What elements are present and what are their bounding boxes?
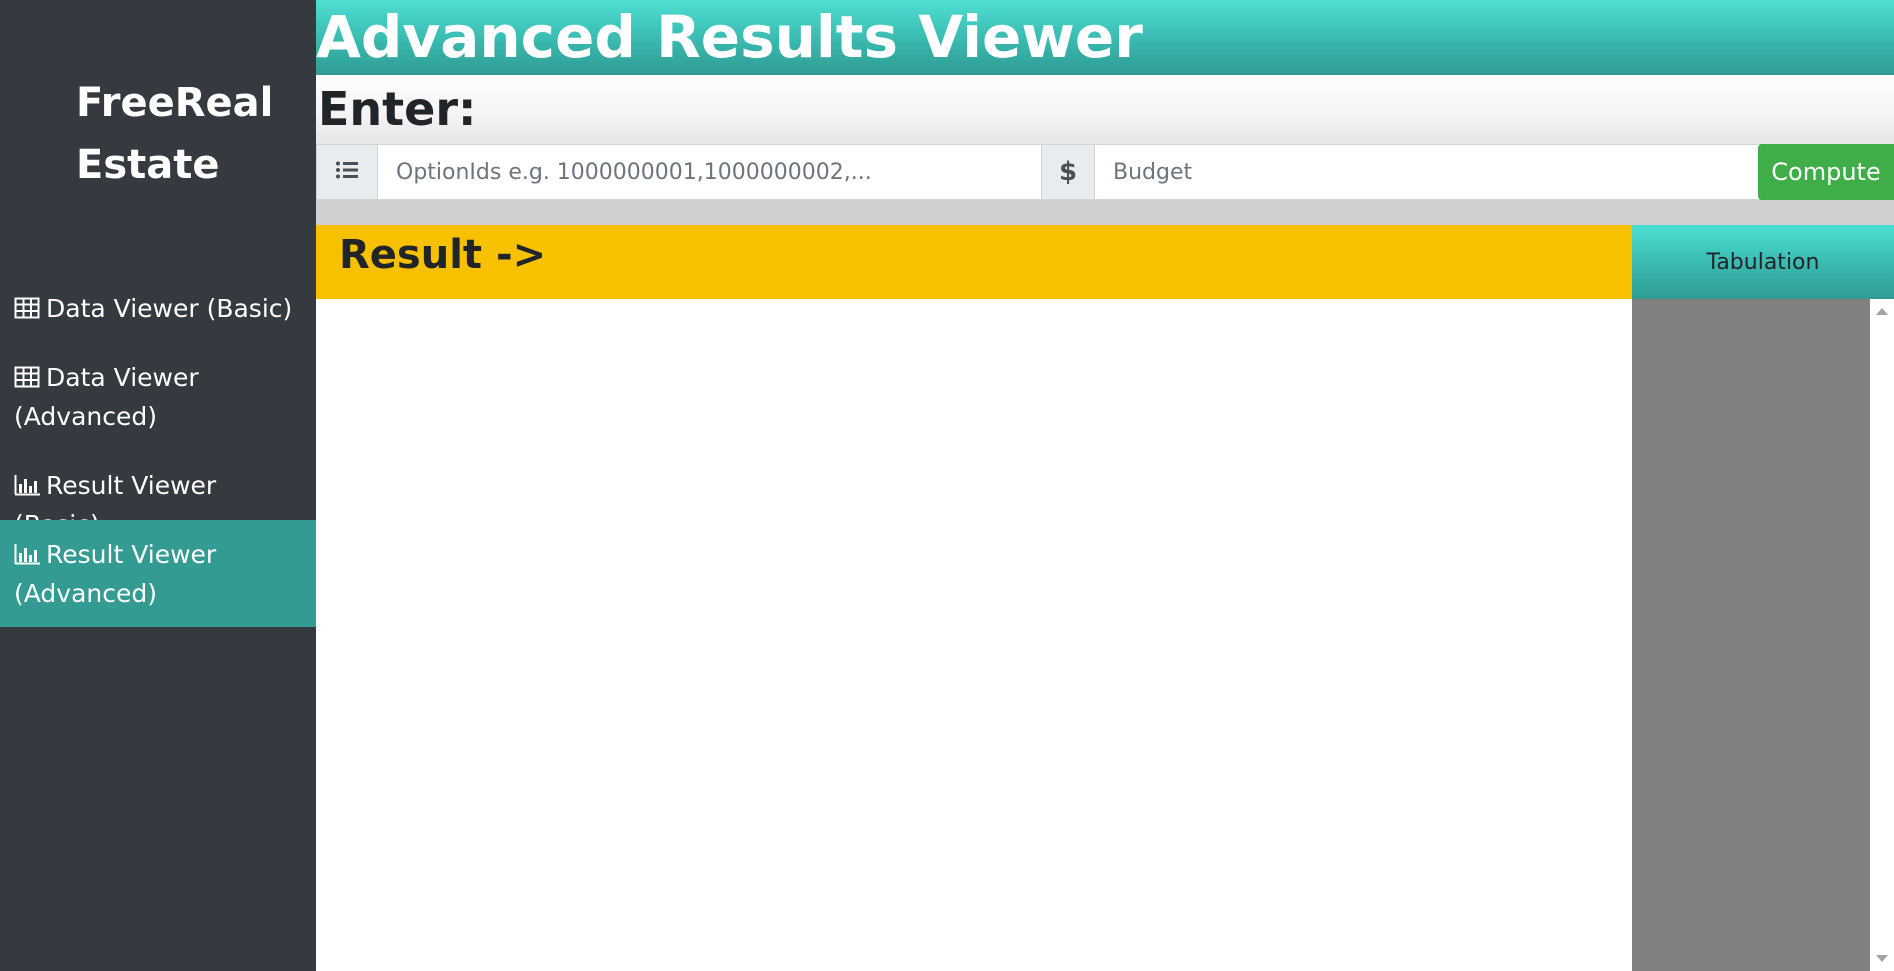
brand-line-1: FreeReal: [76, 80, 274, 126]
app-root: FreeReal Estate Data Viewer (Basic) Data…: [0, 0, 1894, 971]
bar-chart-icon: [14, 543, 40, 565]
brand-logo[interactable]: FreeReal Estate: [76, 72, 296, 196]
option-ids-input[interactable]: [377, 144, 1042, 200]
sidebar-item-label: Result Viewer (Advanced): [14, 540, 217, 608]
sidebar-item-label: Data Viewer (Basic): [46, 294, 293, 323]
table-icon: [14, 297, 40, 319]
enter-label: Enter:: [318, 82, 477, 136]
result-label: Result ->: [339, 232, 547, 278]
compute-button[interactable]: Compute: [1758, 144, 1894, 200]
page-title: Advanced Results Viewer: [316, 3, 1143, 71]
scroll-down-arrow-icon[interactable]: [1876, 955, 1888, 962]
list-icon: [335, 160, 359, 184]
sidebar-item-label: Data Viewer (Advanced): [14, 363, 199, 431]
brand-line-2: Estate: [76, 142, 220, 188]
result-area: [316, 299, 1632, 971]
result-header: Result ->: [316, 225, 1632, 299]
bar-chart-icon: [14, 474, 40, 496]
dollar-icon: $: [1058, 157, 1078, 187]
tabulation-label: Tabulation: [1706, 249, 1820, 275]
options-addon: [316, 144, 378, 200]
tabulation-panel: [1632, 299, 1870, 971]
scrollbar[interactable]: [1870, 299, 1894, 971]
scroll-up-arrow-icon[interactable]: [1876, 308, 1888, 315]
budget-input[interactable]: [1094, 144, 1774, 200]
dollar-addon: $: [1041, 144, 1095, 200]
separator-bar: [316, 200, 1894, 225]
page-header: Advanced Results Viewer: [316, 0, 1894, 75]
sidebar-item-data-viewer-advanced[interactable]: Data Viewer (Advanced): [0, 358, 316, 436]
enter-band: Enter:: [316, 75, 1894, 145]
sidebar: FreeReal Estate Data Viewer (Basic) Data…: [0, 0, 316, 971]
tabulation-tab[interactable]: Tabulation: [1632, 225, 1894, 299]
sidebar-item-result-viewer-advanced[interactable]: Result Viewer (Advanced): [0, 520, 316, 627]
input-group: $ Compute: [316, 144, 1894, 200]
sidebar-item-data-viewer-basic[interactable]: Data Viewer (Basic): [0, 289, 316, 328]
table-icon: [14, 366, 40, 388]
